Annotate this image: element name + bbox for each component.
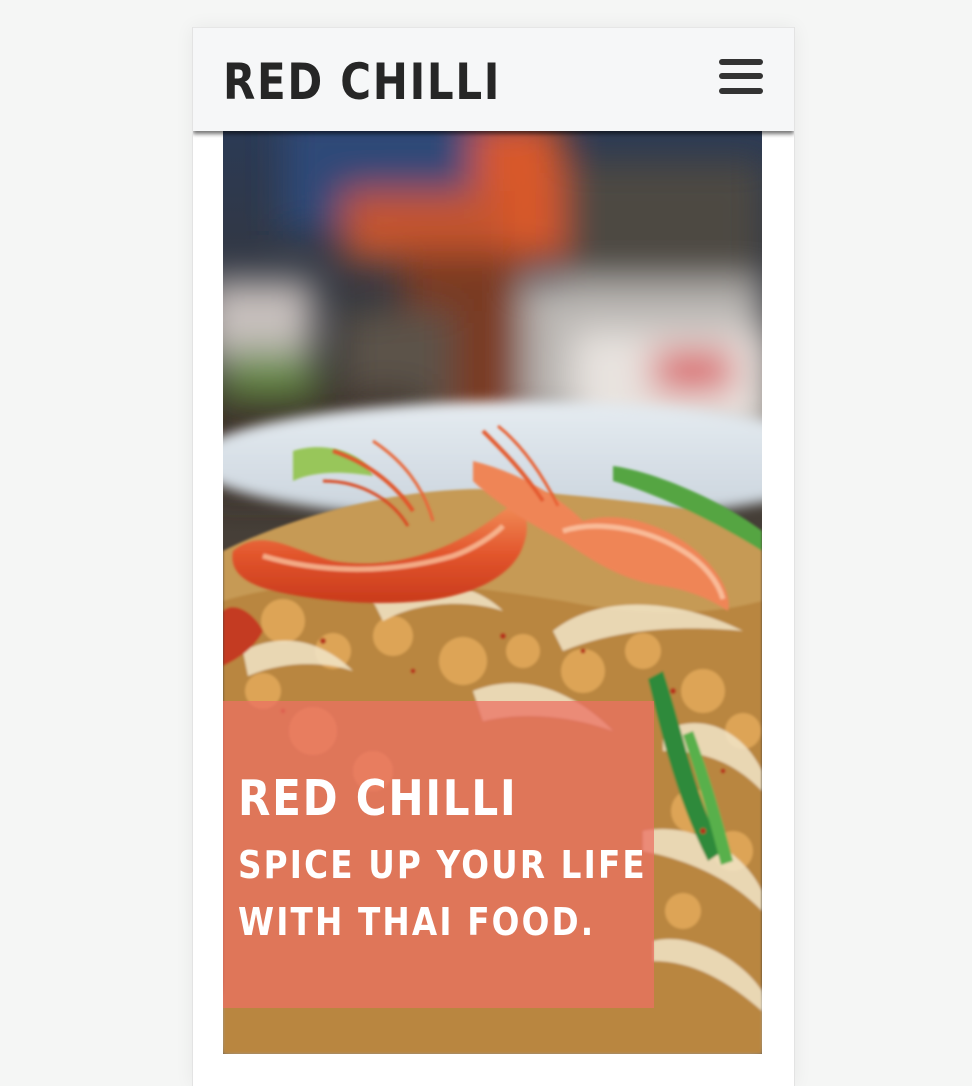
- hero-overlay-card: RED CHILLI SPICE UP YOUR LIFE WITH THAI …: [223, 701, 654, 1008]
- hero-tagline: SPICE UP YOUR LIFE WITH THAI FOOD.: [238, 843, 647, 944]
- mobile-frame: RED CHILLI RED CHILLI SPICE UP YOUR LIFE…: [192, 27, 795, 1086]
- hamburger-menu-icon: [719, 59, 763, 65]
- hamburger-menu-button[interactable]: [713, 56, 763, 102]
- site-logo[interactable]: RED CHILLI: [223, 50, 501, 114]
- hero-title: RED CHILLI: [238, 770, 518, 827]
- hero-section: RED CHILLI SPICE UP YOUR LIFE WITH THAI …: [223, 131, 762, 1054]
- site-header: RED CHILLI: [193, 27, 794, 131]
